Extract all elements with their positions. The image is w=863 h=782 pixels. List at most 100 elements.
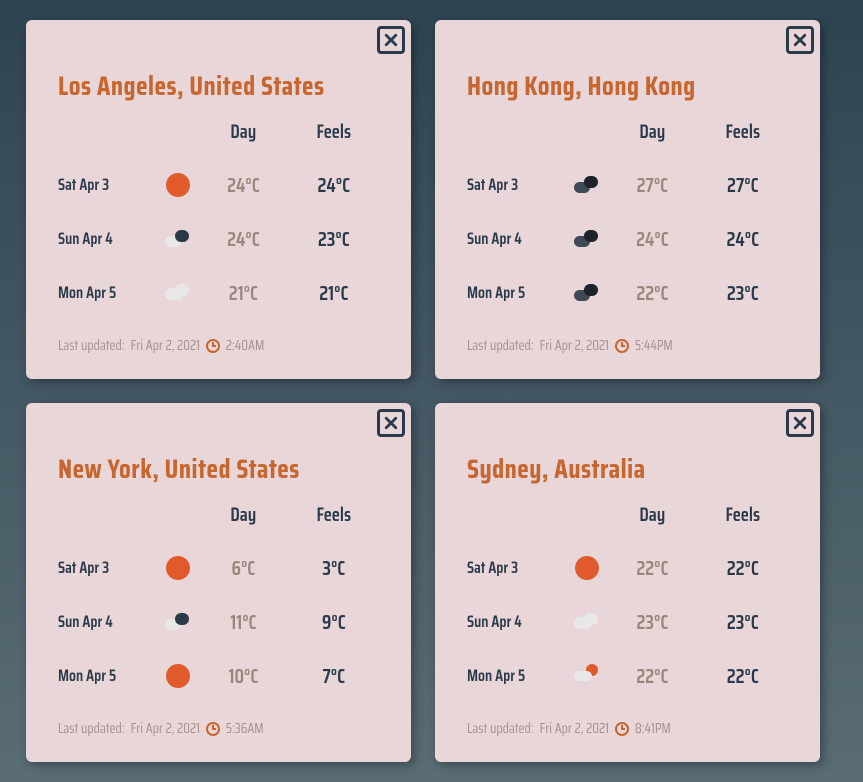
header-feels: Feels <box>289 117 379 147</box>
close-icon <box>383 32 399 48</box>
feels-temp: 21°C <box>289 277 379 309</box>
feels-temp: 24°C <box>289 169 379 201</box>
feels-temp: 7°C <box>289 660 379 692</box>
clock-icon <box>615 339 629 353</box>
feels-temp: 22°C <box>698 660 788 692</box>
darkcloud-icon <box>572 224 602 254</box>
weather-icon-cell <box>566 224 607 254</box>
header-day: Day <box>198 500 288 530</box>
forecast-date: Sun Apr 4 <box>58 227 157 252</box>
forecast-date: Sun Apr 4 <box>58 610 157 635</box>
forecast-date: Sat Apr 3 <box>58 173 157 198</box>
close-icon <box>792 32 808 48</box>
last-updated-date: Fri Apr 2, 2021 <box>540 718 609 740</box>
forecast-row: Sun Apr 4 23°C 23°C <box>467 606 788 638</box>
close-button[interactable] <box>377 26 405 54</box>
snow-sun-icon <box>572 661 602 691</box>
day-temp: 22°C <box>607 552 697 584</box>
last-updated: Last updated: Fri Apr 2, 2021 8:41PM <box>467 718 788 740</box>
clock-icon <box>206 339 220 353</box>
feels-temp: 22°C <box>698 552 788 584</box>
weather-card: Sydney, Australia Day Feels Sat Apr 3 22… <box>435 403 820 762</box>
clock-icon <box>615 722 629 736</box>
weather-icon-cell <box>157 170 198 200</box>
forecast-row: Sat Apr 3 6°C 3°C <box>58 552 379 584</box>
forecast-date: Mon Apr 5 <box>467 664 566 689</box>
feels-temp: 24°C <box>698 223 788 255</box>
column-headers: Day Feels <box>58 117 379 147</box>
last-updated-label: Last updated: <box>467 718 534 740</box>
weather-icon-cell <box>157 661 198 691</box>
clock-icon <box>206 722 220 736</box>
forecast-date: Sun Apr 4 <box>467 227 566 252</box>
weather-card: Hong Kong, Hong Kong Day Feels Sat Apr 3… <box>435 20 820 379</box>
last-updated-time: 5:44PM <box>635 335 673 357</box>
header-day: Day <box>607 117 697 147</box>
close-button[interactable] <box>786 26 814 54</box>
sunny-icon <box>163 170 193 200</box>
location-title: New York, United States <box>58 453 379 484</box>
header-feels: Feels <box>289 500 379 530</box>
header-day: Day <box>198 117 288 147</box>
weather-icon-cell <box>157 607 198 637</box>
forecast-date: Sat Apr 3 <box>467 556 566 581</box>
last-updated-label: Last updated: <box>58 335 125 357</box>
column-headers: Day Feels <box>58 500 379 530</box>
weather-icon-cell <box>157 553 198 583</box>
forecast-date: Mon Apr 5 <box>58 664 157 689</box>
forecast-date: Mon Apr 5 <box>467 281 566 306</box>
location-title: Hong Kong, Hong Kong <box>467 70 788 101</box>
close-button[interactable] <box>786 409 814 437</box>
close-icon <box>792 415 808 431</box>
last-updated: Last updated: Fri Apr 2, 2021 5:36AM <box>58 718 379 740</box>
sunny-icon <box>163 661 193 691</box>
forecast-date: Mon Apr 5 <box>58 281 157 306</box>
day-temp: 27°C <box>607 169 697 201</box>
forecast-date: Sat Apr 3 <box>58 556 157 581</box>
day-temp: 6°C <box>198 552 288 584</box>
feels-temp: 3°C <box>289 552 379 584</box>
feels-temp: 23°C <box>698 277 788 309</box>
close-button[interactable] <box>377 409 405 437</box>
weather-icon-cell <box>566 607 607 637</box>
cloudy-icon <box>163 278 193 308</box>
forecast-row: Sun Apr 4 24°C 24°C <box>467 223 788 255</box>
day-temp: 21°C <box>198 277 288 309</box>
forecast-row: Sun Apr 4 24°C 23°C <box>58 223 379 255</box>
partly-icon <box>163 607 193 637</box>
day-temp: 23°C <box>607 606 697 638</box>
partly-icon <box>163 224 193 254</box>
feels-temp: 23°C <box>289 223 379 255</box>
last-updated-label: Last updated: <box>58 718 125 740</box>
last-updated-date: Fri Apr 2, 2021 <box>540 335 609 357</box>
forecast-row: Mon Apr 5 22°C 22°C <box>467 660 788 692</box>
forecast-date: Sun Apr 4 <box>467 610 566 635</box>
day-temp: 22°C <box>607 660 697 692</box>
forecast-row: Mon Apr 5 10°C 7°C <box>58 660 379 692</box>
forecast-date: Sat Apr 3 <box>467 173 566 198</box>
forecast-row: Sat Apr 3 24°C 24°C <box>58 169 379 201</box>
forecast-row: Mon Apr 5 22°C 23°C <box>467 277 788 309</box>
header-feels: Feels <box>698 500 788 530</box>
weather-icon-cell <box>566 553 607 583</box>
header-feels: Feels <box>698 117 788 147</box>
feels-temp: 23°C <box>698 606 788 638</box>
feels-temp: 27°C <box>698 169 788 201</box>
day-temp: 24°C <box>607 223 697 255</box>
last-updated-date: Fri Apr 2, 2021 <box>131 718 200 740</box>
weather-icon-cell <box>157 224 198 254</box>
last-updated-time: 8:41PM <box>635 718 671 740</box>
cloudy-icon <box>572 607 602 637</box>
day-temp: 11°C <box>198 606 288 638</box>
last-updated: Last updated: Fri Apr 2, 2021 5:44PM <box>467 335 788 357</box>
last-updated-date: Fri Apr 2, 2021 <box>131 335 200 357</box>
darkcloud-icon <box>572 278 602 308</box>
column-headers: Day Feels <box>467 117 788 147</box>
last-updated-time: 5:36AM <box>226 718 264 740</box>
sunny-icon <box>572 553 602 583</box>
weather-icon-cell <box>566 278 607 308</box>
day-temp: 10°C <box>198 660 288 692</box>
weather-icon-cell <box>566 170 607 200</box>
header-day: Day <box>607 500 697 530</box>
feels-temp: 9°C <box>289 606 379 638</box>
